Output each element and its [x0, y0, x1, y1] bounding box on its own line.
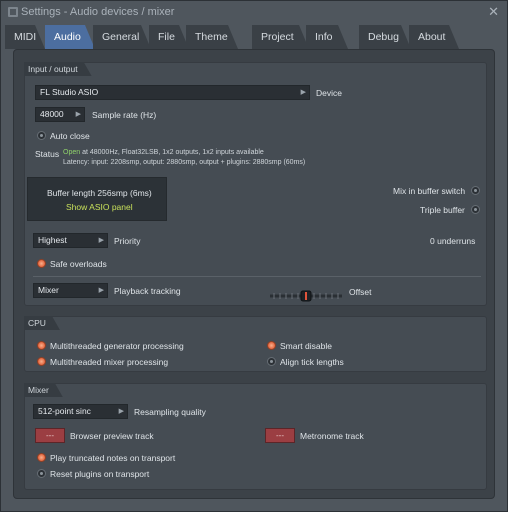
status-line-1: Open at 48000Hz, Float32LSB, 1x2 outputs…: [63, 149, 264, 156]
metronome-track-label: Metronome track: [300, 431, 364, 441]
status-details: at 48000Hz, Float32LSB, 1x2 outputs, 1x2…: [80, 149, 264, 156]
reset-plugins-label: Reset plugins on transport: [50, 469, 150, 479]
triple-buffer-radio[interactable]: [471, 205, 480, 214]
sample-rate-value: 48000: [40, 109, 64, 119]
window-title: Settings - Audio devices / mixer: [21, 6, 175, 18]
tab-about[interactable]: About: [409, 25, 459, 49]
sample-rate-label: Sample rate (Hz): [92, 110, 157, 120]
settings-window: Settings - Audio devices / mixer ✕ MIDI …: [0, 0, 508, 512]
title-bar: Settings - Audio devices / mixer ✕: [1, 1, 507, 25]
play-truncated-notes-label: Play truncated notes on transport: [50, 453, 176, 463]
tab-general[interactable]: General: [93, 25, 151, 49]
align-tick-lengths-label: Align tick lengths: [280, 357, 344, 367]
reset-plugins-radio[interactable]: [37, 469, 46, 478]
offset-slider[interactable]: [270, 290, 342, 302]
tab-info[interactable]: Info: [306, 25, 348, 49]
safe-overloads-label: Safe overloads: [50, 259, 107, 269]
section-divider: [33, 276, 481, 277]
tab-file[interactable]: File: [149, 25, 189, 49]
mixer-section: Mixer 512-point sinc ▶ Resampling qualit…: [24, 383, 487, 490]
status-label: Status: [35, 149, 60, 159]
mixer-header: Mixer: [24, 383, 63, 397]
auto-close-radio[interactable]: [37, 131, 46, 140]
resampling-value: 512-point sinc: [38, 406, 91, 416]
priority-label: Priority: [114, 236, 141, 246]
tab-audio[interactable]: Audio: [45, 25, 95, 49]
play-truncated-notes-radio[interactable]: [37, 453, 46, 462]
priority-dropdown[interactable]: Highest ▶: [33, 233, 108, 248]
smart-disable-label: Smart disable: [280, 341, 332, 351]
align-tick-lengths-radio[interactable]: [267, 357, 276, 366]
smart-disable-radio[interactable]: [267, 341, 276, 350]
device-label: Device: [316, 88, 342, 98]
cpu-section: CPU Multithreaded generator processing M…: [24, 316, 487, 372]
sample-rate-dropdown[interactable]: 48000 ▶: [35, 107, 85, 122]
close-icon[interactable]: ✕: [488, 5, 499, 19]
status-line-2: Latency: input: 2208smp, output: 2880smp…: [63, 159, 306, 166]
mix-in-buffer-switch-radio[interactable]: [471, 186, 480, 195]
playback-tracking-dropdown[interactable]: Mixer ▶: [33, 283, 108, 298]
triangle-right-icon: ▶: [98, 237, 104, 244]
safe-overloads-radio[interactable]: [37, 259, 46, 268]
device-dropdown[interactable]: FL Studio ASIO ▶: [35, 85, 310, 100]
input-output-header: Input / output: [24, 62, 92, 76]
tab-midi[interactable]: MIDI: [5, 25, 45, 49]
audio-settings-panel: Input / output FL Studio ASIO ▶ Device 4…: [13, 49, 495, 499]
multithreaded-mixer-label: Multithreaded mixer processing: [50, 357, 169, 367]
offset-label: Offset: [349, 287, 372, 297]
resampling-dropdown[interactable]: 512-point sinc ▶: [33, 404, 128, 419]
auto-close-label: Auto close: [50, 131, 90, 141]
playback-tracking-value: Mixer: [38, 285, 59, 295]
underruns-count: 0 underruns: [430, 236, 476, 246]
device-value: FL Studio ASIO: [40, 87, 99, 97]
triangle-right-icon: ▶: [75, 111, 81, 118]
multithreaded-mixer-radio[interactable]: [37, 357, 46, 366]
browser-preview-track-label: Browser preview track: [70, 431, 154, 441]
browser-preview-track-button[interactable]: ---: [35, 428, 65, 443]
triangle-right-icon: ▶: [98, 287, 104, 294]
triangle-right-icon: ▶: [300, 89, 306, 96]
asio-panel-box: Buffer length 256smp (6ms) Show ASIO pan…: [27, 177, 167, 221]
metronome-track-button[interactable]: ---: [265, 428, 295, 443]
buffer-length-text: Buffer length 256smp (6ms): [47, 188, 152, 198]
triangle-right-icon: ▶: [118, 408, 124, 415]
priority-value: Highest: [38, 235, 67, 245]
tab-theme[interactable]: Theme: [186, 25, 238, 49]
cpu-header: CPU: [24, 316, 60, 330]
resampling-label: Resampling quality: [134, 407, 206, 417]
triple-buffer-label: Triple buffer: [420, 205, 465, 215]
playback-tracking-label: Playback tracking: [114, 286, 181, 296]
tab-project[interactable]: Project: [252, 25, 309, 49]
mix-in-buffer-switch-label: Mix in buffer switch: [393, 186, 466, 196]
settings-tabs: MIDI Audio General File Theme Project In…: [1, 25, 507, 49]
status-open: Open: [63, 149, 81, 156]
multithreaded-generator-label: Multithreaded generator processing: [50, 341, 184, 351]
show-asio-panel-link[interactable]: Show ASIO panel: [66, 202, 133, 212]
tab-debug[interactable]: Debug: [359, 25, 411, 49]
multithreaded-generator-radio[interactable]: [37, 341, 46, 350]
input-output-section: Input / output FL Studio ASIO ▶ Device 4…: [24, 62, 487, 306]
fl-studio-logo-icon: [8, 7, 18, 17]
